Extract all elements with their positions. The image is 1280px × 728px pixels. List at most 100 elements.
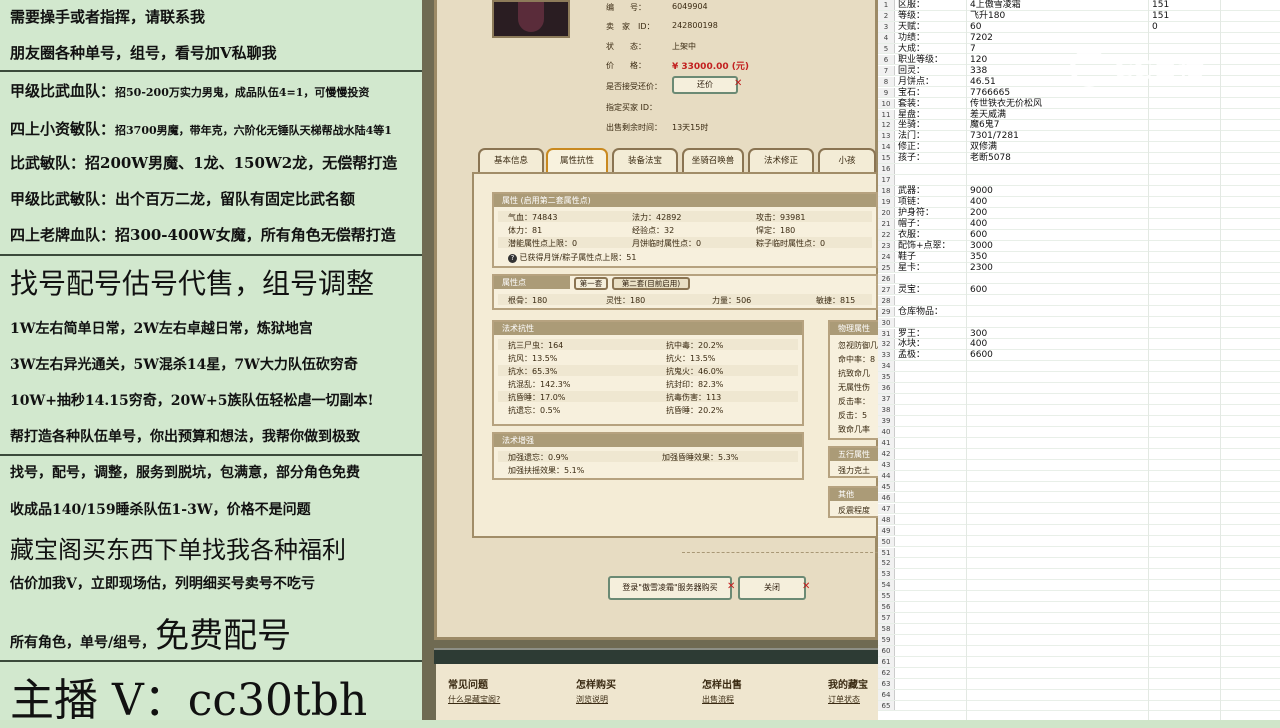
sheet-cell[interactable]: 武器：	[898, 186, 925, 197]
sheet-cell[interactable]: 200	[970, 208, 987, 219]
sheet-cell[interactable]: 帽子：	[898, 219, 925, 230]
tab-spell-mods[interactable]: 法术修正	[748, 148, 814, 172]
login-server-buy-button[interactable]: 登录"傲雪凌霜"服务器购买	[608, 576, 732, 600]
sheet-cell[interactable]: 46.51	[970, 77, 996, 88]
other-row: 反震程度	[838, 506, 870, 515]
tab-attributes[interactable]: 属性抗性	[546, 148, 608, 172]
sheet-cell[interactable]: 4上傲雪凌霜	[970, 0, 1021, 11]
sheet-cell[interactable]: 等级：	[898, 11, 925, 22]
sheet-cell[interactable]: 300	[970, 329, 987, 340]
sheet-cell[interactable]: 配饰+点翠：	[898, 241, 951, 252]
row-number: 40	[878, 427, 895, 437]
sheet-cell[interactable]: 区服：	[898, 0, 925, 11]
sheet-cell[interactable]: 鞋子	[898, 252, 916, 263]
sheet-cell[interactable]: 灵宝：	[898, 285, 925, 296]
tab-basic-info[interactable]: 基本信息	[478, 148, 544, 172]
physical-panel: 物理属性 忽视防御几 命中率：8 抗致命几 无属性伤 反击率： 反击：5 致命几…	[828, 320, 878, 440]
ad-line: 甲级比武血队：招50-200万实力男鬼，成品队伍4=1，可慢慢投资	[10, 80, 369, 101]
sheet-cell[interactable]: 9000	[970, 186, 993, 197]
sheet-cell[interactable]: 衣服：	[898, 230, 925, 241]
row-number: 65	[878, 700, 895, 711]
points-set-2-tab[interactable]: 第二套(目前启用)	[612, 277, 690, 290]
sheet-cell[interactable]: 星盘：	[898, 110, 925, 121]
sheet-cell[interactable]: 7766665	[970, 88, 1010, 99]
footer-link[interactable]: 订单状态	[828, 694, 860, 705]
row-number: 5	[878, 43, 895, 54]
character-portrait	[492, 0, 570, 38]
sheet-cell[interactable]: 400	[970, 339, 987, 350]
sheet-cell[interactable]: 冰块：	[898, 339, 925, 350]
sheet-cell[interactable]: 仓库物品：	[898, 307, 943, 318]
sheet-cell[interactable]: 坐骑：	[898, 120, 925, 131]
sheet-cell[interactable]: 400	[970, 197, 987, 208]
sheet-cell[interactable]: 老断5078	[970, 153, 1011, 164]
sheet-cell[interactable]: 350	[970, 252, 987, 263]
row-number: 20	[878, 208, 895, 218]
ad-small: 所有角色，单号/组号，	[10, 635, 156, 651]
sheet-cell[interactable]: 600	[970, 285, 987, 296]
tab-children[interactable]: 小孩	[818, 148, 876, 172]
sheet-cell[interactable]: 月饼点：	[898, 77, 934, 88]
cc-logo-icon	[1070, 49, 1108, 87]
sheet-cell[interactable]: 套装：	[898, 99, 925, 110]
points-set-1-tab[interactable]: 第一套	[574, 277, 608, 290]
sheet-cell[interactable]: 宝石：	[898, 88, 925, 99]
sheet-cell[interactable]: 孩子：	[898, 153, 925, 164]
sheet-cell[interactable]: 护身符：	[898, 208, 934, 219]
footer-bar	[434, 648, 878, 664]
sheet-cell[interactable]: 天赋：	[898, 22, 925, 33]
panel-title: 法术抗性	[494, 322, 802, 335]
close-icon: ✕	[727, 581, 736, 592]
sheet-cell[interactable]: 2300	[970, 263, 993, 274]
sheet-cell[interactable]: 3000	[970, 241, 993, 252]
sheet-cell[interactable]: 60	[970, 22, 981, 33]
sheet-cell[interactable]: 7301/7281	[970, 131, 1019, 142]
close-button[interactable]: 关闭	[738, 576, 806, 600]
resist-row: 抗混乱：142.3% 抗封印：82.3%	[498, 378, 798, 389]
sheet-cell[interactable]: 120	[970, 55, 987, 66]
sheet-cell[interactable]: 项链：	[898, 197, 925, 208]
sheet-cell[interactable]: 传世铁衣无价松风	[970, 99, 1042, 110]
sheet-cell[interactable]: 职业等级：	[898, 55, 943, 66]
sheet-cell[interactable]: 差天威满	[970, 110, 1006, 121]
ad-line: 10W+抽秒14.15穷奇，20W+5族队伍轻松虐一切副本!	[10, 393, 374, 409]
tab-equipment[interactable]: 装备法宝	[612, 148, 678, 172]
sheet-cell[interactable]: 罗王：	[898, 329, 925, 340]
sheet-cell[interactable]: 飞升180	[970, 11, 1005, 22]
sheet-cell[interactable]: 双修满	[970, 142, 997, 153]
haggle-button[interactable]: 还价	[672, 76, 738, 94]
sheet-cell[interactable]: 151	[1152, 11, 1169, 22]
row-number: 58	[878, 624, 895, 634]
other-panel: 其他 反震程度	[828, 486, 878, 518]
row-number: 55	[878, 591, 895, 601]
sheet-cell[interactable]: 6600	[970, 350, 993, 361]
sheet-cell[interactable]: 338	[970, 66, 987, 77]
row-number: 10	[878, 98, 895, 109]
footer-link[interactable]: 出售流程	[702, 694, 734, 705]
phys-row: 抗致命几	[838, 369, 870, 378]
footer-link[interactable]: 浏览说明	[576, 694, 608, 705]
sheet-cell[interactable]: 7202	[970, 33, 993, 44]
footer-link[interactable]: 什么是藏宝阁?	[448, 694, 500, 705]
sheet-cell[interactable]: 回灵：	[898, 66, 925, 77]
sheet-cell[interactable]: 修正：	[898, 142, 925, 153]
sheet-cell[interactable]: 孟极：	[898, 350, 925, 361]
tab-mounts-pets[interactable]: 坐骑召唤兽	[682, 148, 744, 172]
sheet-cell[interactable]: 151	[1152, 0, 1169, 11]
info-label: 状 态：	[606, 42, 646, 51]
sheet-cell[interactable]: 0	[1152, 22, 1158, 33]
sheet-cell[interactable]: 600	[970, 230, 987, 241]
row-number: 18	[878, 186, 895, 196]
sheet-cell[interactable]: 星卡：	[898, 263, 925, 274]
divider	[682, 552, 878, 553]
sheet-cell[interactable]: 大成：	[898, 44, 925, 55]
info-label: 价 格：	[606, 61, 646, 70]
sheet-cell[interactable]: 功绩：	[898, 33, 925, 44]
sheet-cell[interactable]: 400	[970, 219, 987, 230]
sheet-cell[interactable]: 7	[970, 44, 976, 55]
sheet-cell[interactable]: 魔6鬼7	[970, 120, 999, 131]
row-number: 56	[878, 602, 895, 612]
attr-row: 体力：81 经验点：32 悍定：180	[498, 224, 872, 235]
sheet-cell[interactable]: 法门：	[898, 131, 925, 142]
five-elements-panel: 五行属性 强力克土	[828, 446, 878, 478]
